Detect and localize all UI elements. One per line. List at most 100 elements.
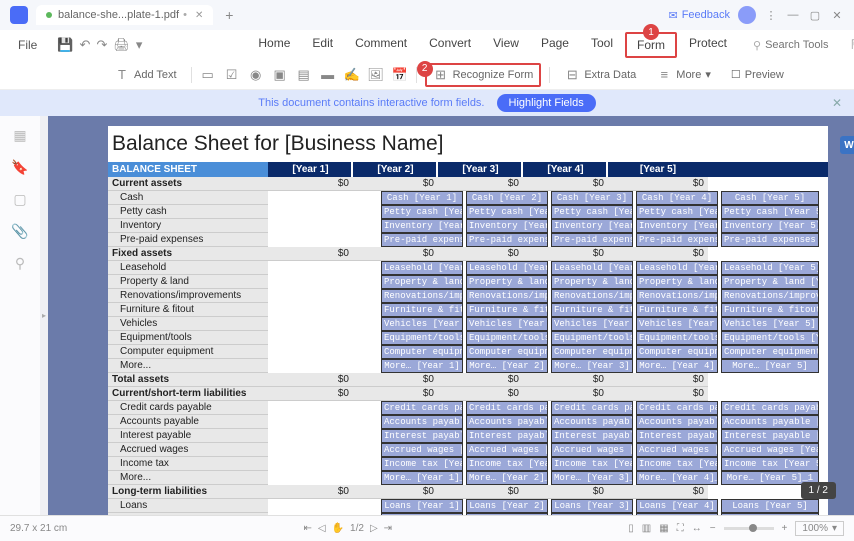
form-field[interactable]: Equipment/tools [ (466, 331, 548, 345)
form-field[interactable]: Income tax [Year (551, 457, 633, 471)
form-field[interactable]: Renovations/impro (466, 289, 548, 303)
zoom-level[interactable]: 100%▾ (795, 521, 844, 536)
form-field[interactable]: Renovations/impro (551, 289, 633, 303)
form-field[interactable]: More… [Year 2]_1 (466, 471, 548, 485)
form-field[interactable]: Accounts payable (636, 415, 718, 429)
form-field[interactable]: Vehicles [Year 4] (636, 317, 718, 331)
form-field[interactable]: Computer equipmen (551, 345, 633, 359)
collapse-sidebar-button[interactable]: ▸ (40, 116, 48, 515)
document-tab[interactable]: balance-she...plate-1.pdf • ✕ (36, 5, 213, 25)
menu-view[interactable]: View (483, 32, 529, 58)
form-field[interactable]: Property & land [ (551, 275, 633, 289)
form-field[interactable]: Credit cards paya (636, 401, 718, 415)
menu-convert[interactable]: Convert (419, 32, 481, 58)
form-field[interactable]: More… [Year 4]_2 (636, 513, 718, 515)
form-field[interactable]: Leasehold [Year 1 (381, 261, 463, 275)
menu-tool[interactable]: Tool (581, 32, 623, 58)
form-field[interactable]: Furniture & fitou (381, 303, 463, 317)
form-field[interactable]: Loans [Year 3] (551, 499, 633, 513)
form-field[interactable]: Pre-paid expenses (636, 233, 718, 247)
form-field[interactable]: Inventory [Year 3 (551, 219, 633, 233)
form-field[interactable]: Income tax [Year 5] (721, 457, 819, 471)
form-field[interactable]: Vehicles [Year 3] (551, 317, 633, 331)
form-field[interactable]: Pre-paid expenses [Year (721, 233, 819, 247)
fullscreen-icon[interactable]: ⛶ (677, 523, 684, 534)
form-field[interactable]: Cash [Year 2] (466, 191, 548, 205)
search-tools[interactable]: ⚲ (753, 39, 845, 52)
form-field[interactable]: Leasehold [Year 4 (636, 261, 718, 275)
form-field[interactable]: Accounts payable [Year (721, 415, 819, 429)
form-field[interactable]: Computer equipmen (466, 345, 548, 359)
extra-data-button[interactable]: ⊟Extra Data (558, 65, 642, 85)
form-field[interactable]: Income tax [Year (381, 457, 463, 471)
minimize-icon[interactable]: — (786, 8, 800, 22)
form-field[interactable]: Renovations/improvement (721, 289, 819, 303)
form-field[interactable]: Petty cash [Year (636, 205, 718, 219)
form-field[interactable]: Inventory [Year 2 (466, 219, 548, 233)
form-field[interactable]: Computer equipment [Year (721, 345, 819, 359)
form-field[interactable]: Credit cards paya (381, 401, 463, 415)
form-field[interactable]: Credit cards payable [Y (721, 401, 819, 415)
menu-form[interactable]: Form1 (625, 32, 677, 58)
close-tab-icon[interactable]: ✕ (195, 10, 203, 21)
form-field[interactable]: Inventory [Year 5] (721, 219, 819, 233)
form-field[interactable]: Furniture & fitou (551, 303, 633, 317)
radio-icon[interactable]: ◉ (248, 67, 264, 83)
more-button[interactable]: ≡More▾ (650, 65, 717, 85)
dropdown-icon[interactable]: ▣ (272, 67, 288, 83)
add-text-button[interactable]: TAdd Text (108, 65, 183, 85)
form-field[interactable]: Loans [Year 1] (381, 499, 463, 513)
feedback-link[interactable]: ✉ Feedback (668, 9, 730, 22)
view-facing-icon[interactable]: ▦ (659, 523, 668, 534)
add-tab-button[interactable]: + (219, 5, 239, 25)
form-field[interactable]: Accrued wages [Year 5] (721, 443, 819, 457)
user-avatar[interactable] (738, 6, 756, 24)
close-window-icon[interactable]: ✕ (830, 8, 844, 22)
form-field[interactable]: Petty cash [Year (466, 205, 548, 219)
form-field[interactable]: Property & land [ (636, 275, 718, 289)
form-field[interactable]: Leasehold [Year 5] (721, 261, 819, 275)
search-panel-icon[interactable]: ⚲ (11, 254, 29, 272)
search-input[interactable] (765, 39, 845, 51)
form-field[interactable]: Renovations/impro (636, 289, 718, 303)
form-field[interactable]: Credit cards paya (551, 401, 633, 415)
preview-button[interactable]: ☐Preview (725, 66, 790, 83)
form-field[interactable]: Property & land [ (381, 275, 463, 289)
form-field[interactable]: Accounts payable (551, 415, 633, 429)
form-field[interactable]: More… [Year 4] (636, 359, 718, 373)
form-field[interactable]: Loans [Year 5] (721, 499, 819, 513)
annotations-icon[interactable]: ▢ (11, 190, 29, 208)
form-field[interactable]: Computer equipmen (636, 345, 718, 359)
prev-page-icon[interactable]: ◁ (318, 523, 326, 534)
form-field[interactable]: Property & land [Year (721, 275, 819, 289)
listbox-icon[interactable]: ▤ (296, 67, 312, 83)
form-field[interactable]: Leasehold [Year 3 (551, 261, 633, 275)
form-field[interactable]: Interest payable (636, 429, 718, 443)
form-field[interactable]: More… [Year 5] (721, 359, 819, 373)
date-icon[interactable]: 📅 (392, 67, 408, 83)
thumbnails-icon[interactable]: ▦ (11, 126, 29, 144)
page-number[interactable]: 1/2 (350, 523, 364, 534)
hand-tool-icon[interactable]: ✋ (332, 523, 344, 534)
form-field[interactable]: Accounts payable (381, 415, 463, 429)
menu-home[interactable]: Home (248, 32, 300, 58)
form-field[interactable]: More… [Year 1] (381, 359, 463, 373)
form-field[interactable]: Interest payable (381, 429, 463, 443)
form-field[interactable]: Equipment/tools [ (381, 331, 463, 345)
form-field[interactable]: Equipment/tools [ (636, 331, 718, 345)
form-field[interactable]: Petty cash [Year (551, 205, 633, 219)
zoom-slider[interactable] (724, 527, 774, 530)
menu-page[interactable]: Page (531, 32, 579, 58)
form-field[interactable]: Equipment/tools [ (551, 331, 633, 345)
form-field[interactable]: Cash [Year 3] (551, 191, 633, 205)
menu-protect[interactable]: Protect (679, 32, 737, 58)
form-field[interactable]: Furniture & fitout [Year (721, 303, 819, 317)
form-field[interactable]: More… [Year 2] (466, 359, 548, 373)
form-field[interactable]: Income tax [Year (636, 457, 718, 471)
form-field[interactable]: Pre-paid expenses (551, 233, 633, 247)
word-export-icon[interactable]: W (840, 136, 854, 154)
form-field[interactable]: Loans [Year 2] (466, 499, 548, 513)
maximize-icon[interactable]: ▢ (808, 8, 822, 22)
form-field[interactable]: Accrued wages [Ye (636, 443, 718, 457)
first-page-icon[interactable]: ⇤ (304, 523, 312, 534)
